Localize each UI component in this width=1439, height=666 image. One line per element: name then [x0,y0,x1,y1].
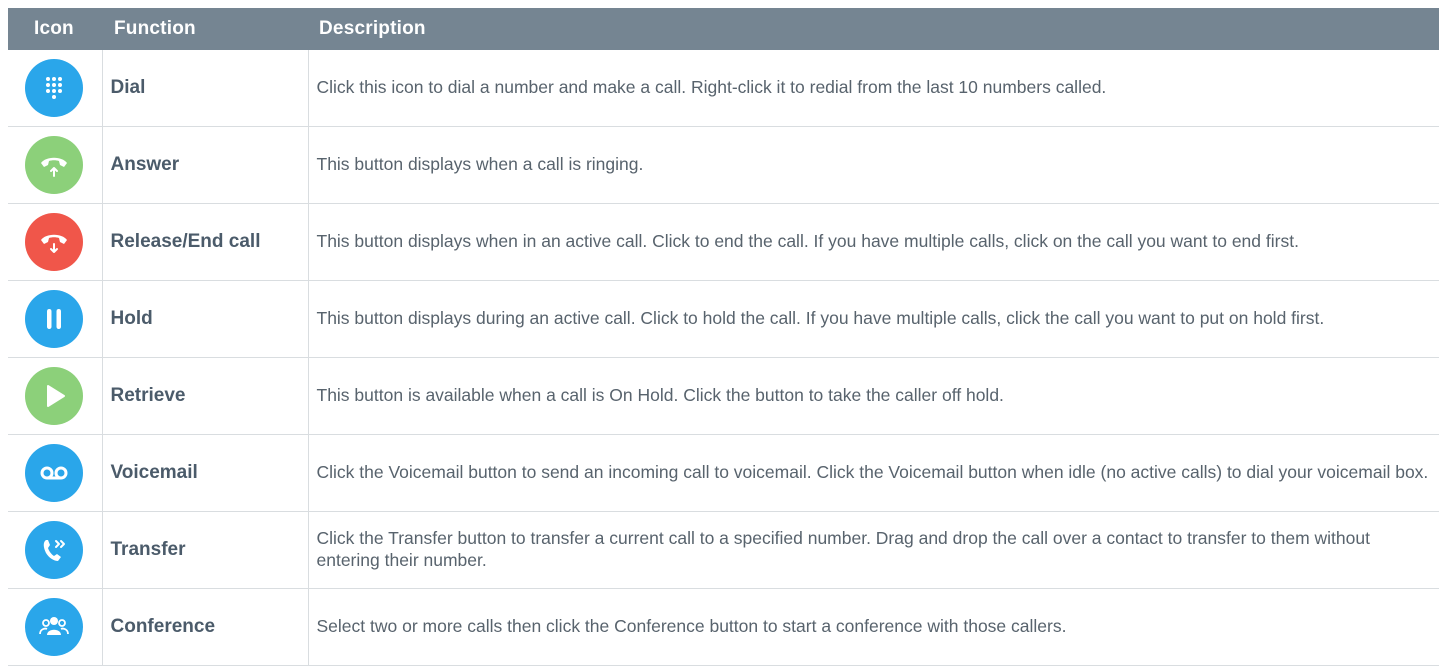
function-name: Release/End call [102,203,309,281]
icon-cell [8,511,103,589]
function-description: Click the Transfer button to transfer a … [308,511,1439,589]
table-header-row: Icon Function Description [8,8,1439,50]
icon-cell [8,280,103,358]
table-row: Transfer Click the Transfer button to tr… [8,511,1439,589]
function-table-container: Icon Function Description Dial Click thi… [8,8,1439,666]
pause-icon [25,290,83,348]
column-header-function: Function [102,8,308,50]
function-name: Dial [102,50,309,127]
conference-icon [25,598,83,656]
table-row: Dial Click this icon to dial a number an… [8,50,1439,127]
icon-cell [8,588,103,666]
icon-cell [8,357,103,435]
function-name: Answer [102,126,309,204]
function-description: This button displays when a call is ring… [308,126,1439,204]
play-icon [25,367,83,425]
function-name: Hold [102,280,309,358]
function-name: Retrieve [102,357,309,435]
icon-cell [8,126,103,204]
function-description: This button displays during an active ca… [308,280,1439,358]
column-header-icon: Icon [8,8,102,50]
function-description: Click the Voicemail button to send an in… [308,434,1439,512]
function-description: Select two or more calls then click the … [308,588,1439,666]
function-description: This button displays when in an active c… [308,203,1439,281]
icon-cell [8,50,103,127]
function-name: Transfer [102,511,309,589]
end-call-icon [25,213,83,271]
function-table: Icon Function Description Dial Click thi… [8,8,1439,666]
function-description: This button is available when a call is … [308,357,1439,435]
function-name: Conference [102,588,309,666]
function-description: Click this icon to dial a number and mak… [308,50,1439,127]
table-row: Conference Select two or more calls then… [8,588,1439,666]
table-row: Retrieve This button is available when a… [8,357,1439,435]
voicemail-icon [25,444,83,502]
icon-cell [8,434,103,512]
function-name: Voicemail [102,434,309,512]
icon-cell [8,203,103,281]
column-header-description: Description [308,8,1439,50]
answer-phone-icon [25,136,83,194]
dialpad-icon [25,59,83,117]
transfer-icon [25,521,83,579]
table-row: Release/End call This button displays wh… [8,203,1439,281]
table-row: Hold This button displays during an acti… [8,280,1439,358]
table-row: Answer This button displays when a call … [8,126,1439,204]
table-row: Voicemail Click the Voicemail button to … [8,434,1439,512]
